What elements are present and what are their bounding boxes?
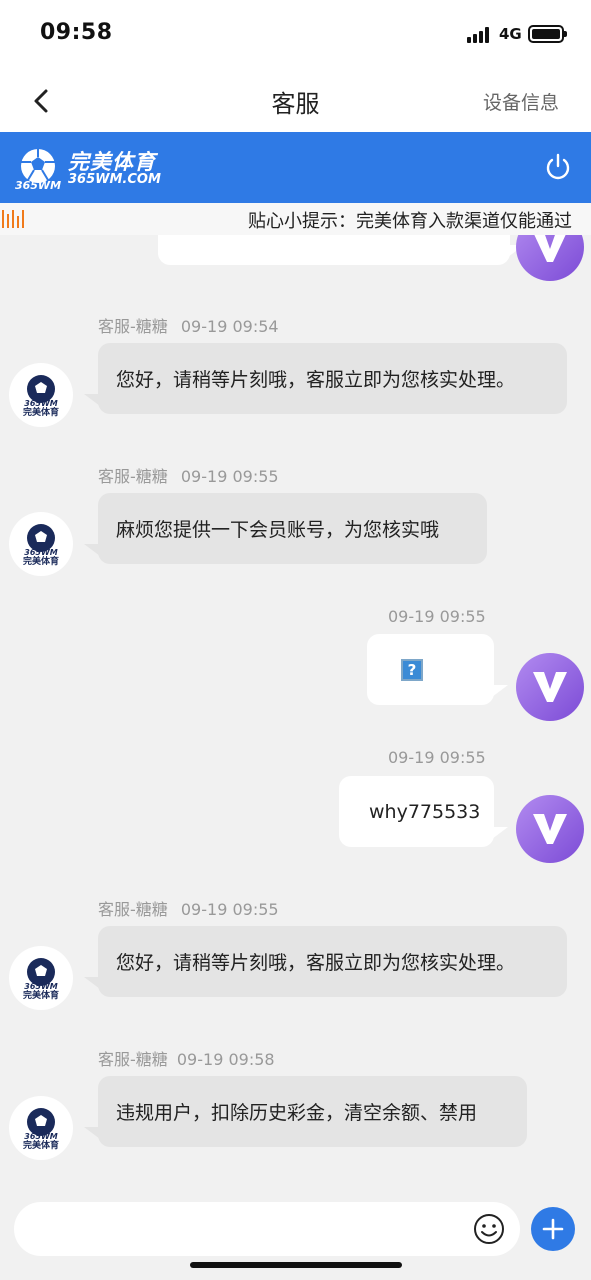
avatar-label: 完美体育 (22, 1140, 59, 1151)
message-time: 09-19 09:55 (180, 900, 279, 919)
power-icon[interactable] (543, 152, 573, 182)
avatar-label: 完美体育 (22, 990, 59, 1001)
svg-text:365WM: 365WM (15, 179, 61, 192)
message-text: why775533 (369, 800, 481, 823)
chat-area[interactable]: 客服-糖糖 09-19 09:54 365WM 完美体育 您好，请稍等片刻哦，客… (0, 235, 591, 1190)
device-info-button[interactable]: 设备信息 (483, 88, 559, 115)
message-meta: 客服-糖糖 09-19 09:55 (98, 463, 279, 487)
status-bar: 09:58 4G (0, 0, 591, 70)
user-avatar (516, 235, 584, 281)
message-text: 违规用户，扣除历史彩金，清空余额、禁用 (116, 1102, 478, 1124)
broken-image-icon: ? (401, 658, 423, 681)
message-text: 麻烦您提供一下会员账号，为您核实哦 (116, 519, 440, 541)
message-time: 09-19 09:55 (180, 467, 279, 486)
message-meta: 客服-糖糖 09-19 09:54 (98, 313, 279, 337)
message-bubble-agent: 违规用户，扣除历史彩金，清空余额、禁用 (84, 1076, 527, 1147)
home-indicator (190, 1262, 402, 1268)
soccer-ball-icon: 365WM (24, 374, 58, 407)
message-time: 09-19 09:55 (388, 748, 486, 767)
announcement-icon (2, 210, 26, 228)
user-v-icon (533, 672, 567, 702)
brand-logo: 365WM (15, 149, 61, 192)
add-button[interactable] (531, 1207, 575, 1251)
sender-name: 客服-糖糖 (98, 900, 168, 919)
message-bubble-agent: 麻烦您提供一下会员账号，为您核实哦 (84, 493, 487, 564)
user-v-icon (534, 235, 566, 262)
message-input[interactable] (14, 1202, 520, 1256)
soccer-ball-icon: 365WM (24, 1107, 58, 1140)
message-time: 09-19 09:58 (176, 1050, 275, 1069)
message-meta: 客服-糖糖 09-19 09:55 (98, 896, 279, 920)
soccer-ball-icon: 365WM (24, 523, 58, 556)
message-meta: 客服-糖糖 09-19 09:58 (98, 1046, 275, 1070)
user-v-icon (533, 814, 567, 844)
sender-name: 客服-糖糖 (98, 467, 168, 486)
status-time: 09:58 (40, 20, 113, 45)
sender-name: 客服-糖糖 (98, 1050, 168, 1069)
avatar-label: 完美体育 (22, 556, 59, 567)
user-avatar (516, 795, 584, 863)
avatar-label: 完美体育 (22, 407, 59, 418)
message-bubble-agent: 您好，请稍等片刻哦，客服立即为您核实处理。 (84, 343, 567, 414)
message-bubble-user: why775533 (339, 776, 508, 847)
message-text: 您好，请稍等片刻哦，客服立即为您核实处理。 (116, 952, 516, 974)
message-bubble-user[interactable]: ? (367, 634, 508, 705)
battery-icon (528, 25, 567, 43)
network-type: 4G (499, 25, 522, 43)
sender-name: 客服-糖糖 (98, 317, 168, 336)
agent-avatar: 365WM 完美体育 (9, 1096, 73, 1160)
brand-bar: 365WM 完美体育 365WM.COM (0, 132, 591, 203)
message-time: 09-19 09:54 (180, 317, 279, 336)
emoji-icon[interactable] (472, 1212, 506, 1246)
message-time: 09-19 09:55 (388, 607, 486, 626)
notice-banner: 贴心小提示：完美体育入款渠道仅能通过 (0, 203, 591, 235)
agent-avatar: 365WM 完美体育 (9, 946, 73, 1010)
soccer-ball-icon: 365WM (24, 957, 58, 990)
agent-avatar: 365WM 完美体育 (9, 363, 73, 427)
agent-avatar: 365WM 完美体育 (9, 512, 73, 576)
user-avatar (516, 653, 584, 721)
signal-icon (467, 27, 493, 43)
brand-site: 365WM.COM (68, 172, 161, 187)
notice-text: 贴心小提示：完美体育入款渠道仅能通过 (248, 211, 572, 232)
plus-icon (542, 1218, 564, 1240)
message-text: 您好，请稍等片刻哦，客服立即为您核实处理。 (116, 369, 516, 391)
message-bubble-user (158, 235, 524, 265)
message-bubble-agent: 您好，请稍等片刻哦，客服立即为您核实处理。 (84, 926, 567, 997)
nav-bar: 客服 设备信息 (0, 70, 591, 132)
